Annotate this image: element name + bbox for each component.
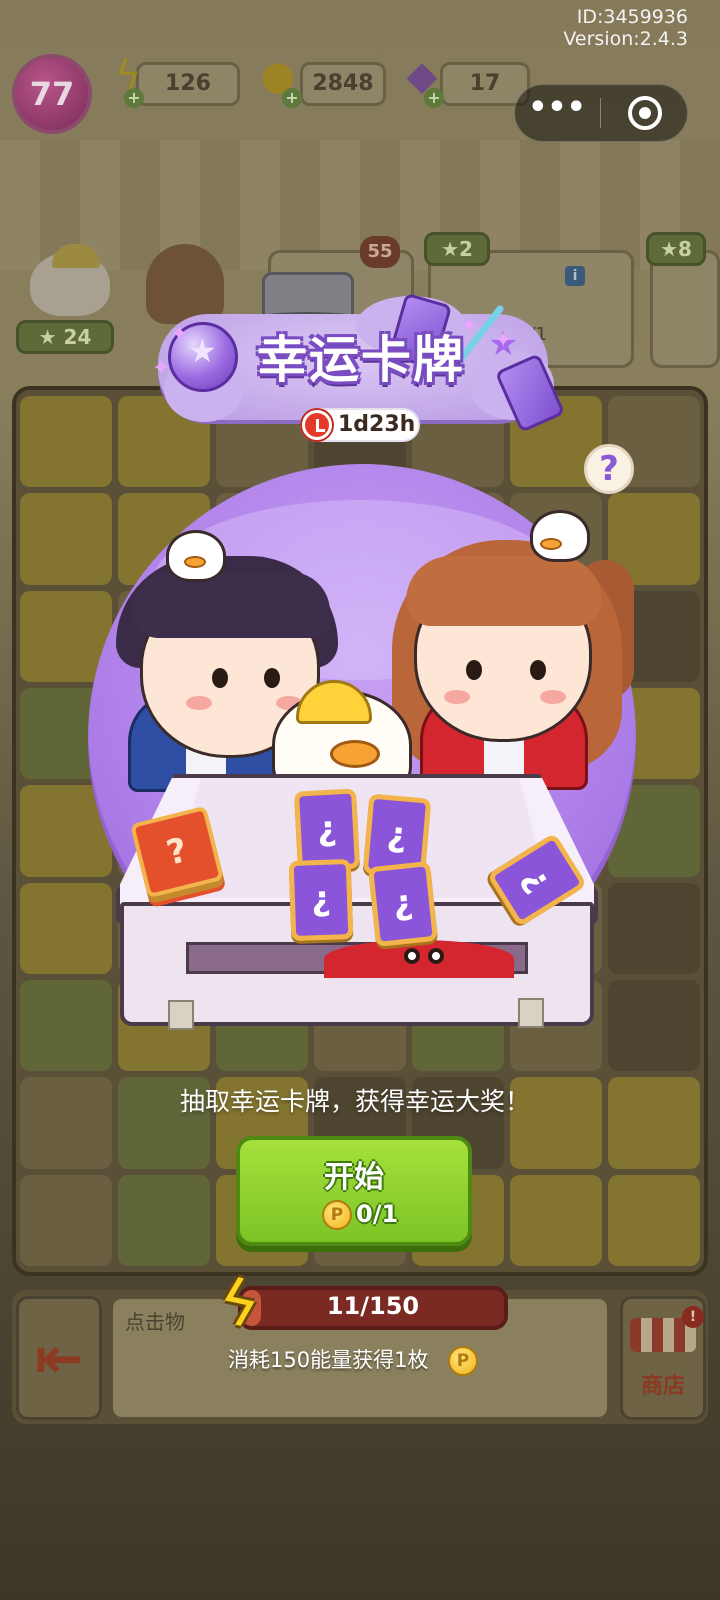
shop-alert-badge: ! (682, 1306, 704, 1328)
cheek (444, 690, 470, 704)
npc-girl (146, 244, 224, 324)
shop-label: 商店 (640, 1374, 685, 1399)
add-energy-button[interactable]: + (124, 88, 144, 108)
table-hinge (518, 998, 544, 1028)
p-coin-icon: P (448, 1346, 478, 1376)
order-star-tag: ★8 (646, 232, 706, 266)
mystery-card[interactable]: ¿ (288, 858, 354, 942)
board-tile[interactable] (20, 980, 112, 1072)
board-tile[interactable] (608, 1174, 700, 1266)
version-label: Version:2.4.3 (563, 28, 688, 50)
energy-note-text: 消耗150能量获得1枚 (228, 1348, 429, 1372)
board-tile[interactable] (20, 882, 112, 974)
event-timer-text: 1d23h (338, 412, 416, 437)
more-menu-button[interactable]: ••• (514, 84, 600, 142)
eye (466, 660, 482, 680)
duck-beak (330, 740, 380, 768)
sparkle-icon: ✦ (494, 328, 513, 353)
clock-icon (302, 410, 332, 440)
board-tile[interactable] (608, 980, 700, 1072)
star-icon: ★ (188, 332, 217, 370)
eye (530, 660, 546, 680)
boy-fringe (132, 572, 330, 638)
energy-progress-text: 11/150 (326, 1292, 420, 1320)
eye (212, 668, 228, 688)
energy-bolt-icon: ϟ (211, 1263, 267, 1344)
mystery-card[interactable]: ¿ (367, 860, 439, 948)
add-gems-button[interactable]: + (424, 88, 444, 108)
sparkle-icon: ✦ (152, 356, 171, 381)
board-tile[interactable] (608, 882, 700, 974)
sparkle-icon: ✦ (170, 322, 189, 347)
start-button-label[interactable]: 开始 (236, 1152, 472, 1196)
help-button[interactable]: ? (584, 444, 634, 494)
order-star-tag: ★2 (424, 232, 490, 266)
board-tile[interactable] (20, 396, 112, 488)
cheek (186, 696, 212, 710)
close-miniprogram-icon[interactable] (628, 96, 662, 130)
eye (428, 948, 444, 964)
coin-counter: 2848 (300, 62, 386, 106)
hint-text: 点击物 (125, 1310, 185, 1334)
level-badge[interactable]: 77 (12, 54, 92, 134)
order-card[interactable] (650, 250, 720, 368)
p-coin-icon: P (322, 1200, 352, 1230)
event-description: 抽取幸运卡牌，获得幸运大奖！ (179, 1087, 530, 1116)
energy-note: 消耗150能量获得1枚 (228, 1344, 428, 1374)
cheek (540, 690, 566, 704)
popup-title: 幸运卡牌 (257, 331, 465, 389)
duck-beak (184, 556, 206, 568)
order-star-count: 2 (459, 237, 473, 261)
exit-button[interactable]: ⇤ (16, 1296, 102, 1420)
info-icon[interactable]: i (565, 266, 585, 286)
board-tile[interactable] (20, 493, 112, 585)
capsule-divider (600, 98, 601, 128)
board-tile[interactable] (118, 1174, 210, 1266)
npc-star-tag: ★ 24 (16, 320, 114, 354)
table-hinge (168, 1000, 194, 1030)
eye (264, 668, 280, 688)
board-tile[interactable] (510, 1174, 602, 1266)
board-tile[interactable] (20, 1174, 112, 1266)
start-cost: 0/1 (356, 1200, 399, 1228)
add-coins-button[interactable]: + (282, 88, 302, 108)
order-count-badge: 55 (360, 236, 400, 268)
duck-beak (540, 538, 562, 550)
girl-fringe (406, 556, 602, 626)
npc-star-count: 24 (63, 325, 92, 349)
order-star-count: 8 (678, 237, 692, 261)
duck-hairband-icon (530, 510, 590, 562)
eye (404, 948, 420, 964)
player-id: ID:3459936 (576, 6, 688, 28)
